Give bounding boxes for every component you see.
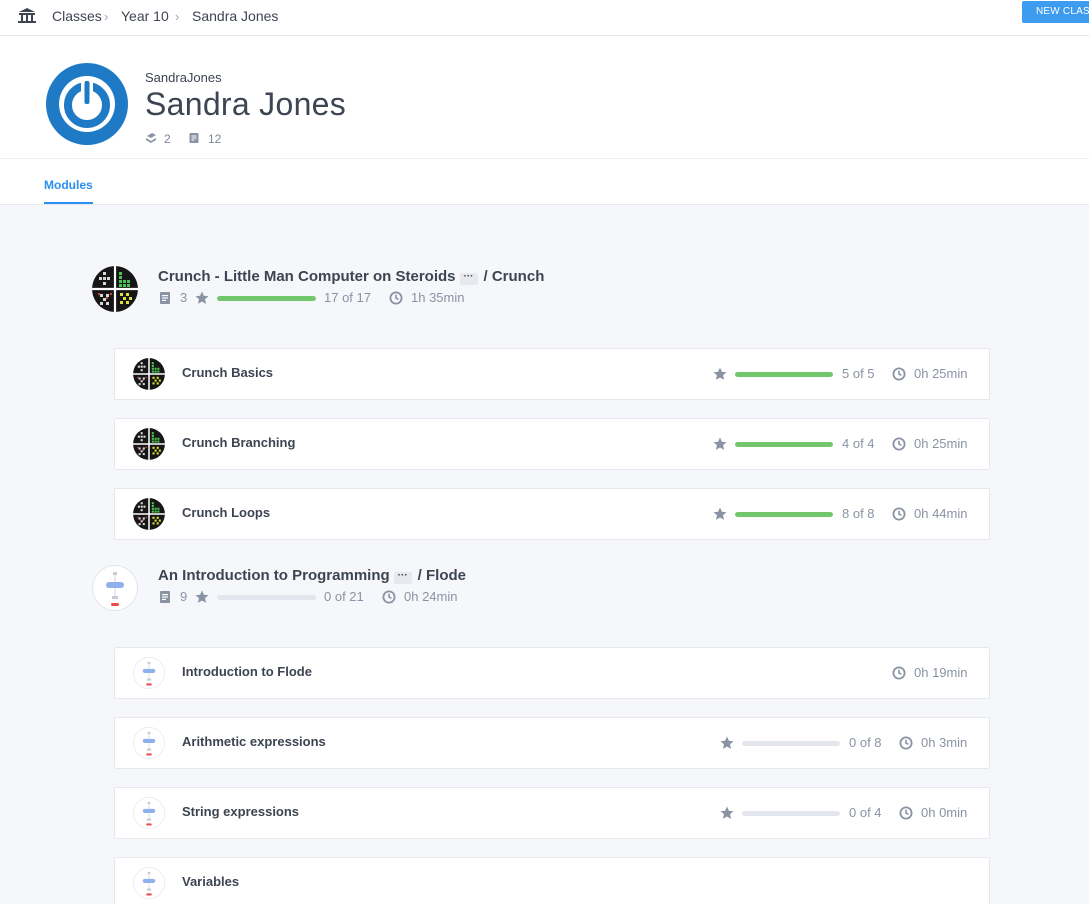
lesson-progress-bar xyxy=(735,442,833,447)
lesson-progress-label: 5 of 5 xyxy=(842,366,875,381)
lesson-card-crunch-branching[interactable]: Crunch Branching 4 of 4 0h 25min xyxy=(114,418,990,470)
crunch-icon xyxy=(133,498,165,530)
lesson-progress-bar xyxy=(742,811,840,816)
lesson-card-crunch-basics[interactable]: Crunch Basics 5 of 5 0h 25min xyxy=(114,348,990,400)
lesson-progress-label: 0 of 4 xyxy=(849,805,882,820)
clock-icon xyxy=(899,806,913,820)
avatar xyxy=(46,63,128,145)
lesson-title[interactable]: Arithmetic expressions xyxy=(182,734,326,749)
flode-icon xyxy=(133,797,165,829)
module-title-text[interactable]: Crunch - Little Man Computer on Steroids xyxy=(158,268,456,285)
module-title-text[interactable]: An Introduction to Programming xyxy=(158,567,390,584)
module-subject[interactable]: / Crunch xyxy=(484,268,545,285)
lesson-card-intro-flode[interactable]: Introduction to Flode 0h 19min xyxy=(114,647,990,699)
tab-modules[interactable]: Modules xyxy=(44,178,93,204)
new-class-button[interactable]: NEW CLASS xyxy=(1022,1,1089,23)
page-count: 12 xyxy=(208,132,222,146)
star-icon xyxy=(720,806,734,820)
lesson-title[interactable]: Crunch Branching xyxy=(182,435,295,450)
lesson-duration: 0h 25min xyxy=(914,436,968,451)
more-options-button[interactable]: ··· xyxy=(459,272,478,285)
clock-icon xyxy=(892,666,906,680)
module-duration: 1h 35min xyxy=(411,290,465,305)
clock-icon xyxy=(892,507,906,521)
star-icon xyxy=(195,590,209,604)
lesson-duration: 0h 44min xyxy=(914,506,968,521)
module-page-count: 9 xyxy=(180,589,188,604)
lesson-progress-bar xyxy=(742,741,840,746)
star-icon xyxy=(720,736,734,750)
lesson-title[interactable]: Variables xyxy=(182,874,239,889)
module-progress-bar xyxy=(217,296,316,301)
clock-icon xyxy=(382,590,396,604)
chevron-right-icon: › xyxy=(175,9,180,24)
pages-icon xyxy=(189,133,199,143)
breadcrumb-current: Sandra Jones xyxy=(192,8,279,24)
lesson-duration: 0h 3min xyxy=(921,735,968,750)
clock-icon xyxy=(892,367,906,381)
lesson-card-variables[interactable]: Variables xyxy=(114,857,990,904)
crunch-icon xyxy=(133,358,165,390)
module-title[interactable]: Crunch - Little Man Computer on Steroids… xyxy=(158,268,544,285)
lesson-title[interactable]: String expressions xyxy=(182,804,299,819)
star-icon xyxy=(713,507,727,521)
crunch-icon xyxy=(133,428,165,460)
star-icon xyxy=(713,367,727,381)
flode-icon xyxy=(133,657,165,689)
module-duration: 0h 24min xyxy=(404,589,458,604)
page-title: Sandra Jones xyxy=(145,86,347,122)
breadcrumb-classes[interactable]: Classes xyxy=(52,8,102,24)
more-options-button[interactable]: ··· xyxy=(393,571,412,584)
flode-icon xyxy=(133,867,165,899)
module-subject[interactable]: / Flode xyxy=(418,567,466,584)
breadcrumb-year-10[interactable]: Year 10 xyxy=(121,8,169,24)
lesson-duration: 0h 19min xyxy=(914,665,968,680)
lesson-progress-label: 0 of 8 xyxy=(849,735,882,750)
flode-icon xyxy=(92,565,138,611)
username: SandraJones xyxy=(145,70,222,85)
flode-icon xyxy=(133,727,165,759)
pages-icon xyxy=(158,291,172,305)
clock-icon xyxy=(892,437,906,451)
bank-icon[interactable] xyxy=(17,7,37,25)
pages-icon xyxy=(158,590,172,604)
lesson-progress-label: 8 of 8 xyxy=(842,506,875,521)
crunch-icon xyxy=(92,266,138,312)
lesson-card-string[interactable]: String expressions 0 of 4 0h 0min xyxy=(114,787,990,839)
top-bar: Classes › Year 10 › Sandra Jones NEW CLA… xyxy=(0,0,1089,36)
module-progress-label: 0 of 21 xyxy=(324,589,364,604)
clock-icon xyxy=(899,736,913,750)
modules-icon xyxy=(146,133,156,143)
module-progress-label: 17 of 17 xyxy=(324,290,371,305)
module-count: 2 xyxy=(164,132,171,146)
star-icon xyxy=(713,437,727,451)
lesson-title[interactable]: Crunch Loops xyxy=(182,505,270,520)
star-icon xyxy=(195,291,209,305)
lesson-title[interactable]: Crunch Basics xyxy=(182,365,273,380)
lesson-progress-label: 4 of 4 xyxy=(842,436,875,451)
lesson-title[interactable]: Introduction to Flode xyxy=(182,664,312,679)
tab-bar: Modules xyxy=(0,159,1089,205)
lesson-card-arithmetic[interactable]: Arithmetic expressions 0 of 8 0h 3min xyxy=(114,717,990,769)
lesson-duration: 0h 25min xyxy=(914,366,968,381)
module-title[interactable]: An Introduction to Programming ··· / Flode xyxy=(158,567,466,584)
clock-icon xyxy=(389,291,403,305)
lesson-progress-bar xyxy=(735,372,833,377)
lesson-card-crunch-loops[interactable]: Crunch Loops 8 of 8 0h 44min xyxy=(114,488,990,540)
module-page-count: 3 xyxy=(180,290,188,305)
chevron-right-icon: › xyxy=(104,9,109,24)
lesson-duration: 0h 0min xyxy=(921,805,968,820)
profile-header: SandraJones Sandra Jones 2 12 xyxy=(0,36,1089,159)
lesson-progress-bar xyxy=(735,512,833,517)
module-progress-bar xyxy=(217,595,316,600)
